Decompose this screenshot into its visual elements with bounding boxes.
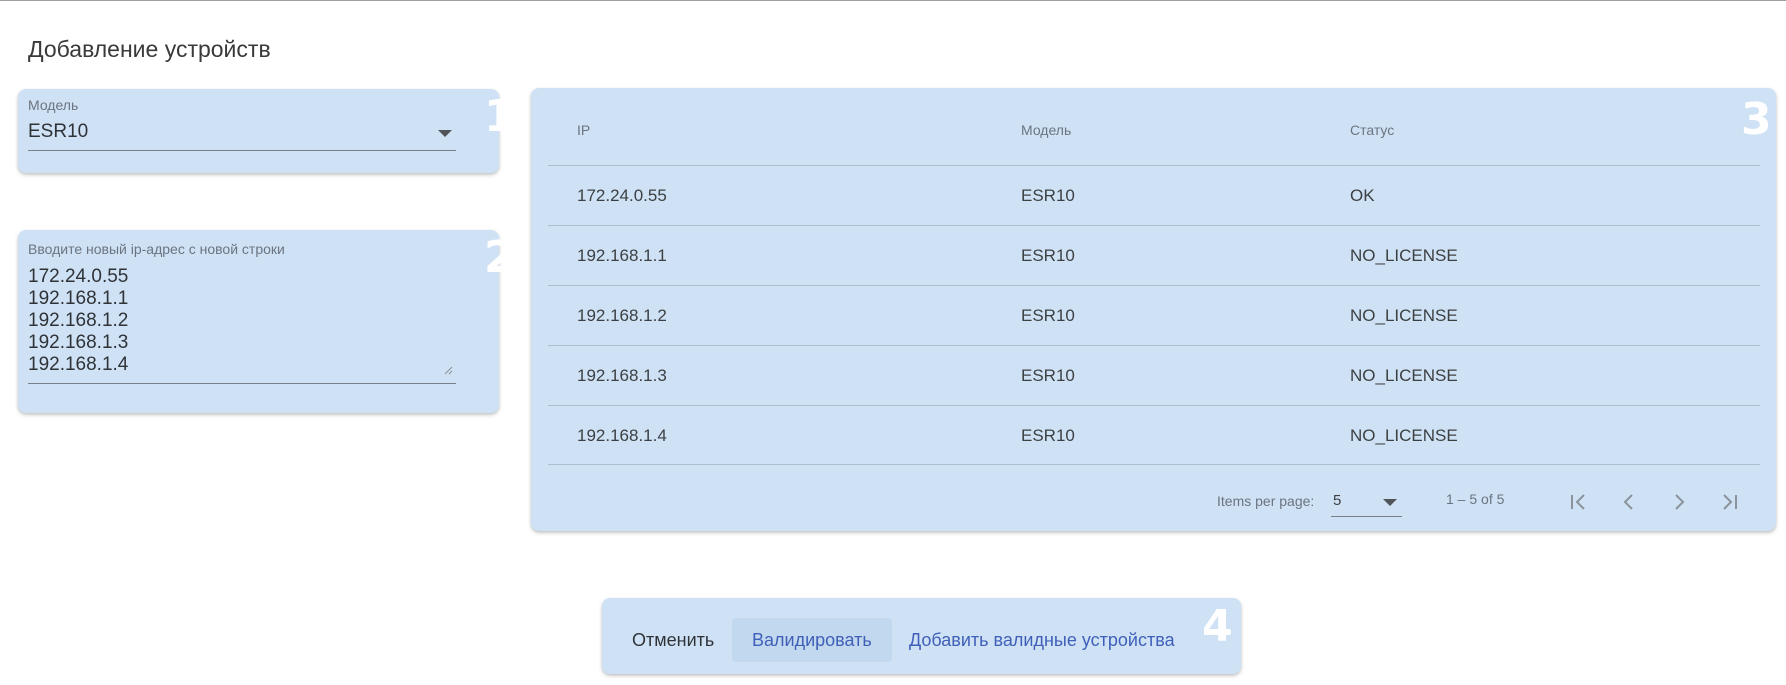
cell-ip: 172.24.0.55 xyxy=(577,186,667,205)
column-header-status[interactable]: Статус xyxy=(1350,122,1394,138)
cell-model: ESR10 xyxy=(1021,186,1075,205)
previous-page-button[interactable] xyxy=(1613,486,1645,518)
table-bottom-border xyxy=(548,464,1760,465)
cell-status: NO_LICENSE xyxy=(1350,426,1458,445)
top-divider xyxy=(0,0,1786,1)
cancel-button[interactable]: Отменить xyxy=(612,618,734,662)
previous-page-icon xyxy=(1623,494,1633,510)
actions-panel: Отменить Валидировать Добавить валидные … xyxy=(602,598,1241,674)
model-select-underline xyxy=(28,150,456,151)
cell-model: ESR10 xyxy=(1021,246,1075,265)
table-row: 172.24.0.55 ESR10 OK xyxy=(548,165,1760,226)
last-page-icon xyxy=(1723,494,1737,510)
cell-model: ESR10 xyxy=(1021,366,1075,385)
ip-input-panel: Вводите новый ip-адрес с новой строки 2 xyxy=(18,230,515,413)
table-row: 192.168.1.4 ESR10 NO_LICENSE xyxy=(548,405,1760,466)
validate-button[interactable]: Валидировать xyxy=(732,618,892,662)
model-select-panel: Модель ESR10 1 xyxy=(18,89,515,173)
section-badge-2: 2 xyxy=(484,232,515,283)
model-select-value[interactable]: ESR10 xyxy=(28,121,88,143)
cell-status: NO_LICENSE xyxy=(1350,366,1458,385)
cell-status: OK xyxy=(1350,186,1375,205)
chevron-down-icon xyxy=(1383,499,1397,506)
page-title: Добавление устройств xyxy=(28,36,271,62)
cell-ip: 192.168.1.1 xyxy=(577,246,667,265)
page-range-label: 1 – 5 of 5 xyxy=(1446,491,1505,507)
ip-input-underline xyxy=(28,383,456,384)
cell-status: NO_LICENSE xyxy=(1350,306,1458,325)
cell-ip: 192.168.1.4 xyxy=(577,426,667,445)
cell-ip: 192.168.1.2 xyxy=(577,306,667,325)
ip-address-textarea[interactable] xyxy=(28,266,452,371)
first-page-icon xyxy=(1571,494,1585,510)
resize-handle-icon[interactable] xyxy=(444,366,453,375)
section-badge-1: 1 xyxy=(484,91,515,142)
cell-ip: 192.168.1.3 xyxy=(577,366,667,385)
page-size-value: 5 xyxy=(1333,492,1342,509)
model-select-label: Модель xyxy=(28,97,79,113)
table-row: 192.168.1.3 ESR10 NO_LICENSE xyxy=(548,345,1760,406)
devices-table-panel: IP Модель Статус 172.24.0.55 ESR10 OK 19… xyxy=(531,88,1776,531)
table-row: 192.168.1.2 ESR10 NO_LICENSE xyxy=(548,285,1760,346)
column-header-ip[interactable]: IP xyxy=(577,122,590,138)
ip-input-label: Вводите новый ip-адрес с новой строки xyxy=(28,241,285,257)
table-row: 192.168.1.1 ESR10 NO_LICENSE xyxy=(548,225,1760,286)
cell-model: ESR10 xyxy=(1021,306,1075,325)
page-size-select[interactable]: 5 xyxy=(1331,490,1402,517)
add-valid-devices-button[interactable]: Добавить валидные устройства xyxy=(889,618,1195,662)
chevron-down-icon[interactable] xyxy=(438,130,452,137)
last-page-button[interactable] xyxy=(1713,486,1745,518)
next-page-button[interactable] xyxy=(1663,486,1695,518)
cell-status: NO_LICENSE xyxy=(1350,246,1458,265)
cell-model: ESR10 xyxy=(1021,426,1075,445)
column-header-model[interactable]: Модель xyxy=(1021,122,1071,138)
next-page-icon xyxy=(1675,494,1685,510)
first-page-button[interactable] xyxy=(1563,486,1595,518)
section-badge-3: 3 xyxy=(1741,94,1772,145)
section-badge-4: 4 xyxy=(1202,601,1233,652)
items-per-page-label: Items per page: xyxy=(1217,493,1315,509)
